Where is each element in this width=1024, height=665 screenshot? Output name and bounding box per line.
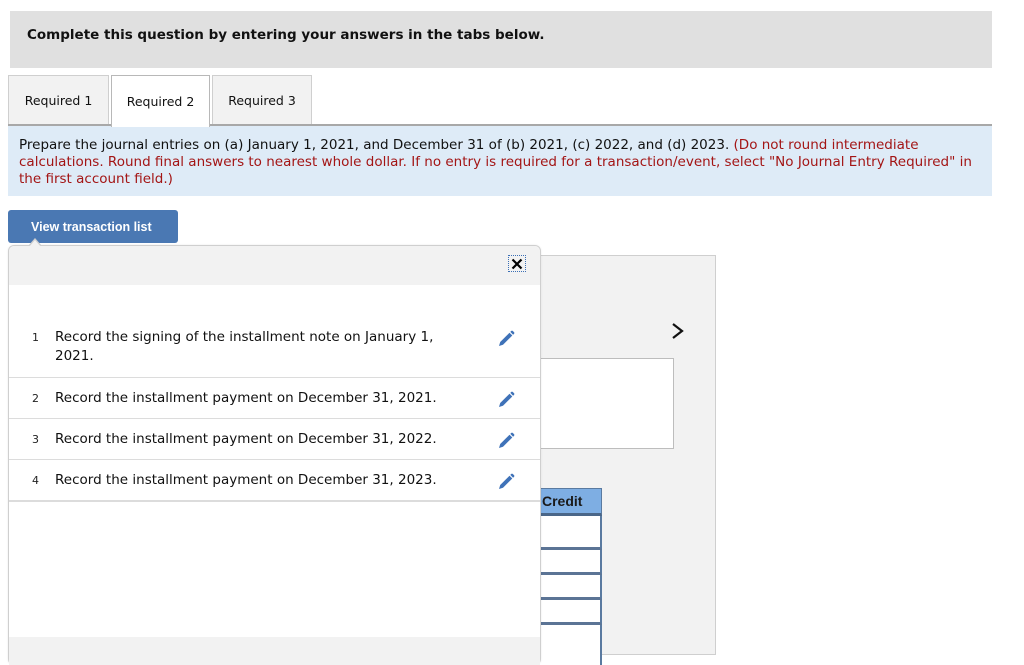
popup-footer (9, 637, 540, 665)
pencil-icon[interactable] (496, 431, 516, 451)
credit-header: Credit (540, 488, 602, 516)
pencil-icon[interactable] (496, 390, 516, 410)
instructions-header: Complete this question by entering your … (10, 11, 992, 68)
header-title: Complete this question by entering your … (27, 27, 545, 43)
tab-required-1[interactable]: Required 1 (8, 75, 109, 124)
pencil-icon[interactable] (496, 329, 516, 349)
journal-entry-box (520, 358, 674, 449)
transaction-text: Record the signing of the installment no… (55, 329, 434, 364)
popup-pointer-fill (29, 240, 41, 247)
tab-required-3[interactable]: Required 3 (212, 75, 312, 124)
transaction-list: 1 Record the signing of the installment … (9, 316, 540, 502)
transaction-row[interactable]: 2 Record the installment payment on Dece… (9, 378, 540, 419)
transaction-number: 4 (32, 474, 39, 487)
popup-header (9, 246, 540, 285)
credit-input[interactable] (540, 516, 602, 550)
credit-input[interactable] (540, 550, 602, 575)
transaction-list-popup: 1 Record the signing of the installment … (8, 245, 541, 665)
instructions-panel: Prepare the journal entries on (a) Janua… (8, 126, 992, 196)
credit-input[interactable] (540, 600, 602, 625)
transaction-number: 3 (32, 433, 39, 446)
credit-column: Credit (540, 488, 602, 665)
transaction-text: Record the installment payment on Decemb… (55, 472, 437, 488)
transaction-number: 2 (32, 392, 39, 405)
close-icon[interactable] (508, 255, 526, 272)
transaction-row[interactable]: 3 Record the installment payment on Dece… (9, 419, 540, 460)
transaction-number: 1 (32, 331, 39, 344)
transaction-row[interactable]: 4 Record the installment payment on Dece… (9, 460, 540, 502)
transaction-text: Record the installment payment on Decemb… (55, 431, 437, 447)
pencil-icon[interactable] (496, 472, 516, 492)
instructions-text: Prepare the journal entries on (a) Janua… (19, 137, 734, 153)
tab-required-2[interactable]: Required 2 (111, 75, 210, 127)
chevron-right-icon[interactable] (668, 320, 688, 342)
credit-input[interactable] (540, 575, 602, 600)
transaction-row[interactable]: 1 Record the signing of the installment … (9, 316, 540, 378)
credit-input[interactable] (540, 625, 602, 665)
transaction-text: Record the installment payment on Decemb… (55, 390, 437, 406)
